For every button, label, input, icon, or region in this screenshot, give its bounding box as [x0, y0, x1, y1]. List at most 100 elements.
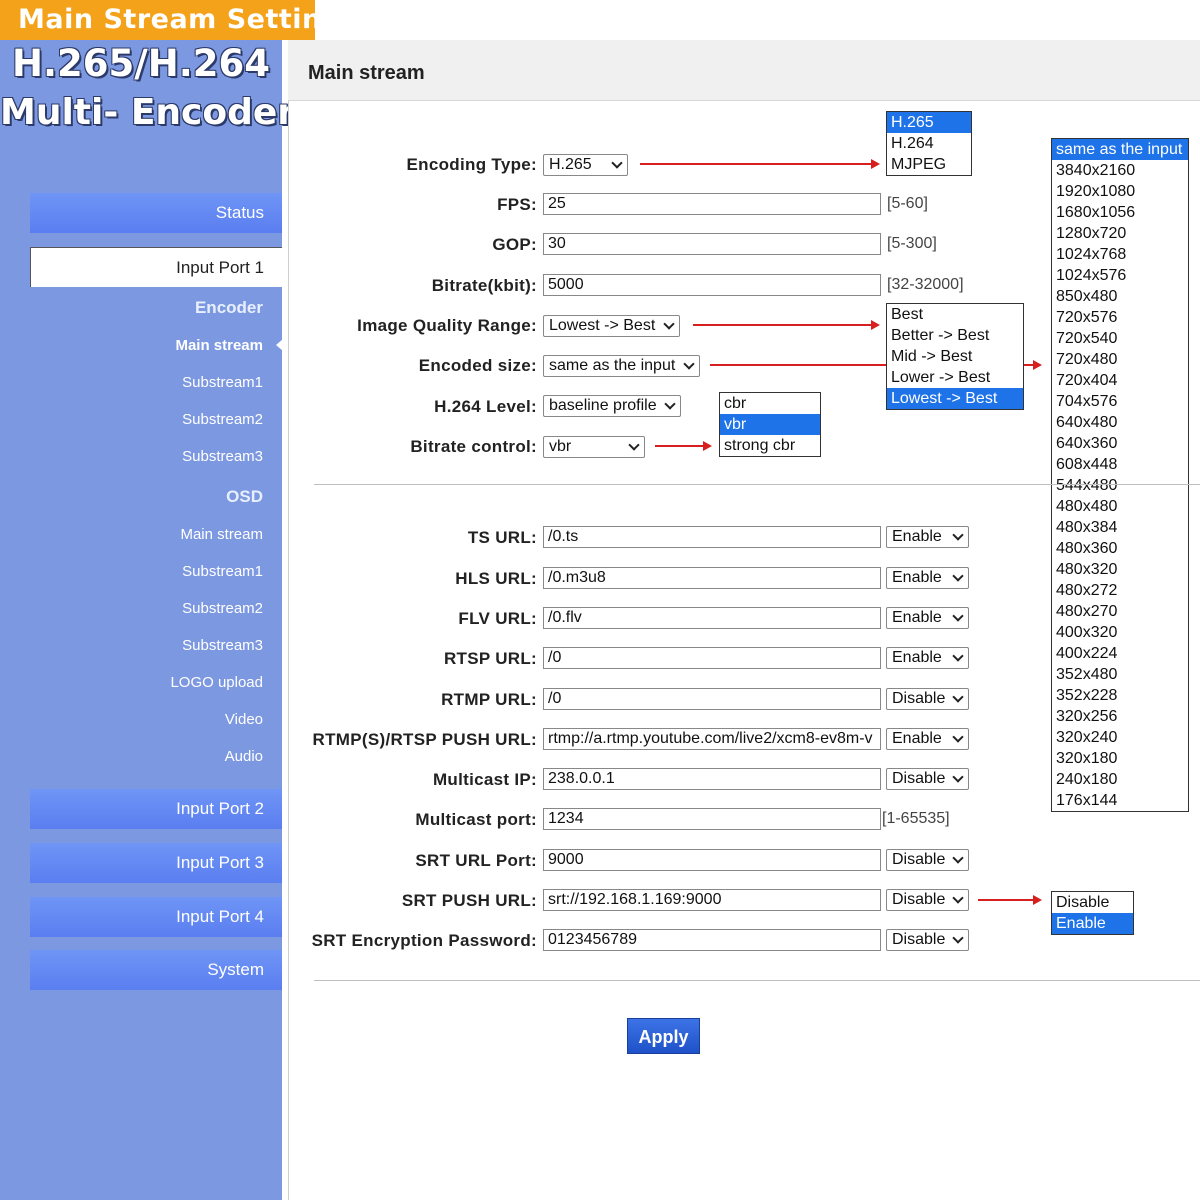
srt-password-label: SRT Encryption Password: [311, 931, 537, 950]
dropdown-option[interactable]: 480x480 [1052, 496, 1188, 517]
nav-input-port-1[interactable]: Input Port 1 [30, 247, 282, 287]
dropdown-option[interactable]: 320x180 [1052, 748, 1188, 769]
dropdown-option[interactable]: 1680x1056 [1052, 202, 1188, 223]
dropdown-option[interactable]: 320x256 [1052, 706, 1188, 727]
dropdown-option[interactable]: 1920x1080 [1052, 181, 1188, 202]
multicast-ip-input[interactable]: 238.0.0.1 [543, 768, 881, 790]
encoding-type-select[interactable]: H.265 [543, 154, 628, 176]
dropdown-option[interactable]: 400x224 [1052, 643, 1188, 664]
h264-level-select[interactable]: baseline profile [543, 395, 681, 417]
dropdown-option[interactable]: 320x240 [1052, 727, 1188, 748]
bitrate-control-select[interactable]: vbr [543, 436, 645, 458]
dropdown-option[interactable]: cbr [720, 393, 820, 414]
dropdown-option[interactable]: 480x360 [1052, 538, 1188, 559]
dropdown-option[interactable]: 704x576 [1052, 391, 1188, 412]
dropdown-option[interactable]: 720x480 [1052, 349, 1188, 370]
dropdown-option[interactable]: 480x270 [1052, 601, 1188, 622]
nav-encoder-substream2[interactable]: Substream2 [30, 411, 263, 428]
srt-port-toggle[interactable]: Disable [886, 849, 969, 871]
srt-push-toggle[interactable]: Disable [886, 889, 969, 911]
dropdown-option[interactable]: 400x320 [1052, 622, 1188, 643]
chevron-down-icon [952, 731, 964, 743]
dropdown-option[interactable]: Lowest -> Best [887, 388, 1023, 409]
rtsp-url-input[interactable]: /0 [543, 647, 881, 669]
dropdown-option[interactable]: 480x272 [1052, 580, 1188, 601]
hls-url-toggle[interactable]: Enable [886, 567, 969, 589]
encoded-size-select[interactable]: same as the input [543, 355, 700, 377]
dropdown-option[interactable]: 608x448 [1052, 454, 1188, 475]
multicast-port-label: Multicast port: [415, 810, 537, 829]
multicast-port-input[interactable]: 1234 [543, 808, 881, 830]
nav-logo-upload[interactable]: LOGO upload [30, 674, 263, 691]
ts-url-toggle[interactable]: Enable [886, 526, 969, 548]
push-url-toggle[interactable]: Enable [886, 728, 969, 750]
dropdown-option[interactable]: same as the input [1052, 139, 1188, 160]
flv-url-toggle[interactable]: Enable [886, 607, 969, 629]
dropdown-option[interactable]: 1024x576 [1052, 265, 1188, 286]
image-quality-select[interactable]: Lowest -> Best [543, 315, 680, 337]
push-url-state: Enable [892, 730, 942, 747]
srt-push-state: Disable [892, 891, 946, 908]
nav-status[interactable]: Status [30, 193, 282, 233]
dropdown-option[interactable]: 640x480 [1052, 412, 1188, 433]
dropdown-option[interactable]: 544x480 [1052, 475, 1188, 496]
dropdown-option[interactable]: Disable [1052, 892, 1133, 913]
multicast-ip-toggle[interactable]: Disable [886, 768, 969, 790]
dropdown-option[interactable]: Mid -> Best [887, 346, 1023, 367]
nav-osd-substream2[interactable]: Substream2 [30, 600, 263, 617]
nav-audio[interactable]: Audio [30, 748, 263, 765]
nav-osd-head[interactable]: OSD [30, 487, 263, 507]
nav-encoder-head[interactable]: Encoder [30, 298, 263, 318]
dropdown-option[interactable]: H.264 [887, 133, 971, 154]
dropdown-option[interactable]: 1024x768 [1052, 244, 1188, 265]
nav-input-port-3[interactable]: Input Port 3 [30, 843, 282, 883]
ts-url-input[interactable]: /0.ts [543, 526, 881, 548]
srt-password-toggle[interactable]: Disable [886, 929, 969, 951]
nav-encoder-substream3[interactable]: Substream3 [30, 448, 263, 465]
rtmp-url-input[interactable]: /0 [543, 688, 881, 710]
srt-password-input[interactable]: 0123456789 [543, 929, 881, 951]
dropdown-option[interactable]: MJPEG [887, 154, 971, 175]
srt-port-input[interactable]: 9000 [543, 849, 881, 871]
bitrate-input[interactable]: 5000 [543, 274, 881, 296]
rtsp-url-toggle[interactable]: Enable [886, 647, 969, 669]
dropdown-option[interactable]: Lower -> Best [887, 367, 1023, 388]
dropdown-option[interactable]: 352x228 [1052, 685, 1188, 706]
dropdown-option[interactable]: 1280x720 [1052, 223, 1188, 244]
dropdown-option[interactable]: 480x320 [1052, 559, 1188, 580]
dropdown-option[interactable]: 720x540 [1052, 328, 1188, 349]
dropdown-option[interactable]: 3840x2160 [1052, 160, 1188, 181]
dropdown-option[interactable]: H.265 [887, 112, 971, 133]
nav-encoder-substream1[interactable]: Substream1 [30, 374, 263, 391]
nav-osd-substream3[interactable]: Substream3 [30, 637, 263, 654]
dropdown-option[interactable]: 480x384 [1052, 517, 1188, 538]
srt-push-input[interactable]: srt://192.168.1.169:9000 [543, 889, 881, 911]
nav-input-port-2[interactable]: Input Port 2 [30, 789, 282, 829]
gop-input[interactable]: 30 [543, 233, 881, 255]
dropdown-option[interactable]: strong cbr [720, 435, 820, 456]
nav-video[interactable]: Video [30, 711, 263, 728]
divider [314, 980, 1200, 981]
nav-input-port-4[interactable]: Input Port 4 [30, 897, 282, 937]
dropdown-option[interactable]: 352x480 [1052, 664, 1188, 685]
nav-system[interactable]: System [30, 950, 282, 990]
dropdown-option[interactable]: 720x404 [1052, 370, 1188, 391]
dropdown-option[interactable]: Enable [1052, 913, 1133, 934]
push-url-input[interactable]: rtmp://a.rtmp.youtube.com/live2/xcm8-ev8… [543, 728, 881, 750]
dropdown-option[interactable]: 240x180 [1052, 769, 1188, 790]
nav-encoder-main-stream[interactable]: Main stream [30, 337, 263, 354]
dropdown-option[interactable]: vbr [720, 414, 820, 435]
nav-osd-substream1[interactable]: Substream1 [30, 563, 263, 580]
nav-osd-main-stream[interactable]: Main stream [30, 526, 263, 543]
flv-url-input[interactable]: /0.flv [543, 607, 881, 629]
dropdown-option[interactable]: 850x480 [1052, 286, 1188, 307]
dropdown-option[interactable]: Best [887, 304, 1023, 325]
hls-url-input[interactable]: /0.m3u8 [543, 567, 881, 589]
dropdown-option[interactable]: 640x360 [1052, 433, 1188, 454]
dropdown-option[interactable]: 176x144 [1052, 790, 1188, 811]
dropdown-option[interactable]: Better -> Best [887, 325, 1023, 346]
fps-input[interactable]: 25 [543, 193, 881, 215]
apply-button[interactable]: Apply [627, 1018, 700, 1054]
dropdown-option[interactable]: 720x576 [1052, 307, 1188, 328]
rtmp-url-toggle[interactable]: Disable [886, 688, 969, 710]
